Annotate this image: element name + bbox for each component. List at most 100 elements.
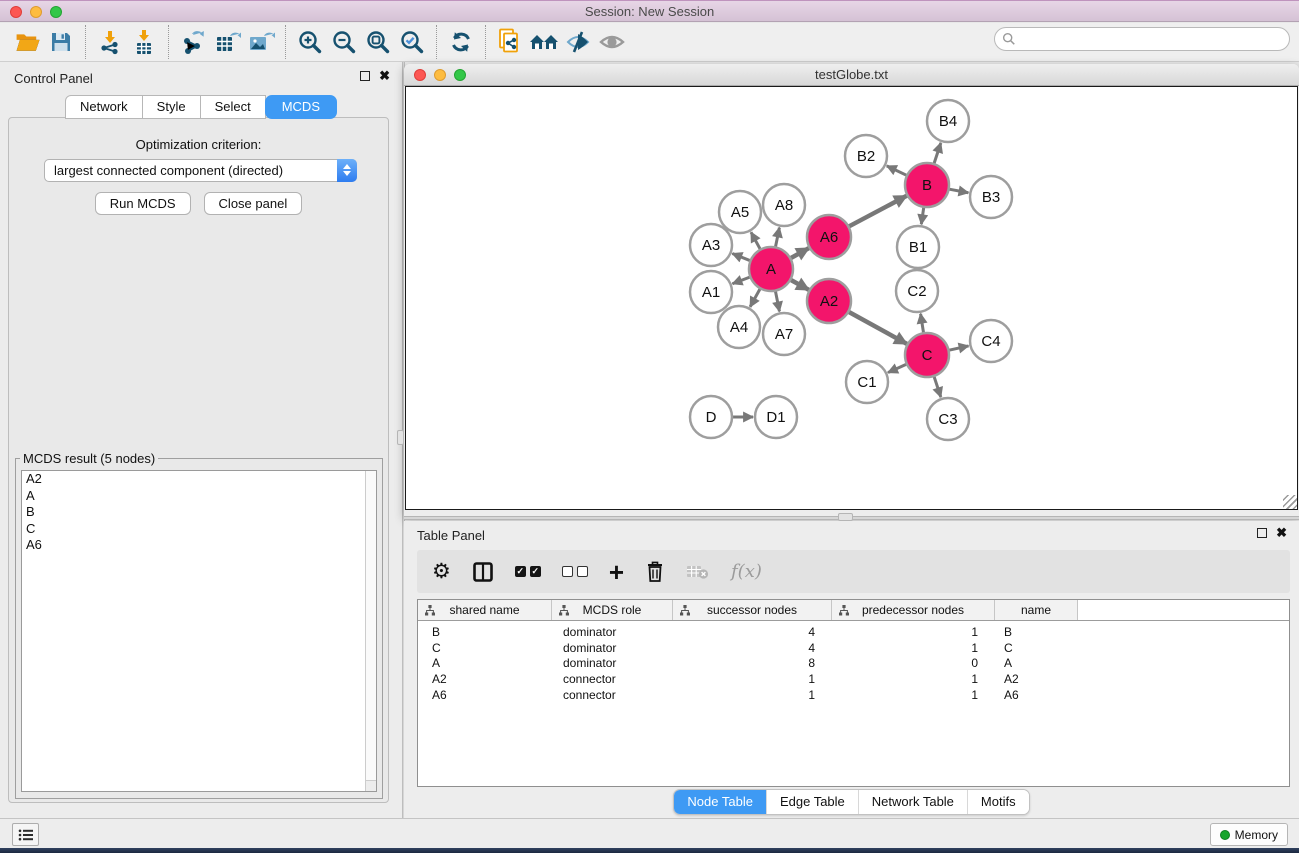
- show-columns-icon[interactable]: [472, 555, 494, 589]
- tab-network[interactable]: Network: [65, 95, 143, 119]
- mcds-result-list[interactable]: A2ABCA6: [21, 470, 377, 792]
- minimize-window-icon[interactable]: [30, 6, 42, 18]
- show-graphics-details-icon[interactable]: [595, 26, 629, 58]
- mcds-result-item[interactable]: A: [22, 488, 376, 505]
- memory-button[interactable]: Memory: [1210, 823, 1288, 846]
- graph-edge-B-B3[interactable]: [949, 189, 969, 193]
- task-history-button[interactable]: [12, 823, 39, 846]
- column-settings-gear-icon[interactable]: ⚙: [432, 555, 451, 589]
- new-network-from-file-icon[interactable]: [493, 26, 527, 58]
- search-input[interactable]: [1021, 32, 1271, 46]
- close-panel-button[interactable]: Close panel: [204, 192, 303, 215]
- column-header-shared-name[interactable]: shared name: [418, 600, 552, 620]
- open-session-icon[interactable]: [10, 26, 44, 58]
- deselect-all-icon[interactable]: [562, 555, 588, 589]
- network-close-icon[interactable]: [414, 69, 426, 81]
- result-scrollbar[interactable]: [365, 471, 376, 780]
- export-image-icon[interactable]: [244, 26, 278, 58]
- table-cell[interactable]: 1: [832, 672, 995, 686]
- network-minimize-icon[interactable]: [434, 69, 446, 81]
- save-session-icon[interactable]: [44, 26, 78, 58]
- table-cell[interactable]: 1: [832, 641, 995, 655]
- table-cell[interactable]: B: [995, 625, 1078, 639]
- graph-edge-B-B2[interactable]: [887, 166, 907, 176]
- home-icon[interactable]: [527, 26, 561, 58]
- table-cell[interactable]: A: [995, 656, 1078, 670]
- table-row[interactable]: Adominator80A: [418, 655, 1289, 671]
- function-builder-icon[interactable]: f(x): [731, 555, 762, 589]
- tab-mcds[interactable]: MCDS: [265, 95, 337, 119]
- table-cell[interactable]: 1: [832, 625, 995, 639]
- graph-edge-A-A7[interactable]: [775, 291, 779, 312]
- run-mcds-button[interactable]: Run MCDS: [95, 192, 191, 215]
- table-cell[interactable]: A: [418, 656, 552, 670]
- table-cell[interactable]: A6: [995, 688, 1078, 702]
- graph-edge-C-C3[interactable]: [934, 376, 941, 397]
- mcds-result-item[interactable]: C: [22, 521, 376, 538]
- close-panel-icon[interactable]: ✖: [379, 71, 390, 81]
- table-cell[interactable]: 1: [673, 688, 832, 702]
- close-window-icon[interactable]: [10, 6, 22, 18]
- graph-edge-C-C2[interactable]: [921, 314, 924, 334]
- column-header-predecessor-nodes[interactable]: predecessor nodes: [832, 600, 995, 620]
- table-cell[interactable]: 1: [673, 672, 832, 686]
- zoom-fit-icon[interactable]: [361, 26, 395, 58]
- table-cell[interactable]: A2: [995, 672, 1078, 686]
- graph-edge-B-B4[interactable]: [934, 143, 941, 164]
- window-resize-grip[interactable]: [1283, 495, 1297, 509]
- panel-divider-handle[interactable]: [397, 430, 404, 445]
- zoom-in-icon[interactable]: [293, 26, 327, 58]
- criterion-dropdown[interactable]: largest connected component (directed): [44, 159, 357, 182]
- table-cell[interactable]: C: [418, 641, 552, 655]
- select-all-icon[interactable]: ✓✓: [515, 555, 541, 589]
- tab-style[interactable]: Style: [142, 95, 201, 119]
- graph-edge-C-C4[interactable]: [948, 346, 968, 350]
- tab-motifs[interactable]: Motifs: [967, 790, 1029, 814]
- panel-divider-horizontal-handle[interactable]: [838, 513, 853, 521]
- table-cell[interactable]: 1: [832, 688, 995, 702]
- tab-select[interactable]: Select: [200, 95, 266, 119]
- network-window-titlebar[interactable]: testGlobe.txt: [404, 64, 1299, 86]
- table-cell[interactable]: connector: [552, 672, 673, 686]
- float-table-panel-icon[interactable]: [1257, 528, 1267, 538]
- add-column-plus-icon[interactable]: +: [609, 555, 624, 589]
- search-field[interactable]: [994, 27, 1290, 51]
- graph-edge-C-C1[interactable]: [888, 364, 907, 373]
- table-cell[interactable]: 4: [673, 641, 832, 655]
- table-cell[interactable]: 4: [673, 625, 832, 639]
- table-cell[interactable]: 0: [832, 656, 995, 670]
- graph-edge-A-A2[interactable]: [790, 280, 809, 290]
- hide-graphics-details-icon[interactable]: [561, 26, 595, 58]
- export-table-icon[interactable]: [210, 26, 244, 58]
- graph-edge-B-B1[interactable]: [921, 207, 924, 224]
- tab-edge-table[interactable]: Edge Table: [766, 790, 858, 814]
- column-header-MCDS-role[interactable]: MCDS role: [552, 600, 673, 620]
- table-cell[interactable]: dominator: [552, 656, 673, 670]
- graph-edge-A2-C[interactable]: [848, 312, 907, 344]
- table-cell[interactable]: dominator: [552, 625, 673, 639]
- maximize-window-icon[interactable]: [50, 6, 62, 18]
- float-panel-icon[interactable]: [360, 71, 370, 81]
- mcds-result-item[interactable]: A6: [22, 537, 376, 554]
- tab-node-table[interactable]: Node Table: [674, 790, 766, 814]
- delete-rows-trash-icon[interactable]: [645, 555, 665, 589]
- table-cell[interactable]: dominator: [552, 641, 673, 655]
- zoom-selected-icon[interactable]: [395, 26, 429, 58]
- graph-edge-A-A8[interactable]: [775, 228, 779, 248]
- graph-edge-A-A3[interactable]: [732, 254, 750, 261]
- delete-table-icon[interactable]: [686, 555, 710, 589]
- table-cell[interactable]: A6: [418, 688, 552, 702]
- table-cell[interactable]: connector: [552, 688, 673, 702]
- table-cell[interactable]: 8: [673, 656, 832, 670]
- table-cell[interactable]: B: [418, 625, 552, 639]
- refresh-icon[interactable]: [444, 26, 478, 58]
- table-cell[interactable]: A2: [418, 672, 552, 686]
- table-row[interactable]: Cdominator41C: [418, 640, 1289, 656]
- graph-edge-A6-B[interactable]: [848, 196, 906, 227]
- network-canvas[interactable]: ABCA6A2A1A3A4A5A7A8B1B2B3B4C1C2C3C4DD1: [405, 86, 1298, 510]
- mcds-result-item[interactable]: A2: [22, 471, 376, 488]
- graph-edge-A-A1[interactable]: [732, 277, 750, 284]
- table-row[interactable]: Bdominator41B: [418, 624, 1289, 640]
- tab-network-table[interactable]: Network Table: [858, 790, 967, 814]
- graph-edge-A-A4[interactable]: [750, 288, 760, 307]
